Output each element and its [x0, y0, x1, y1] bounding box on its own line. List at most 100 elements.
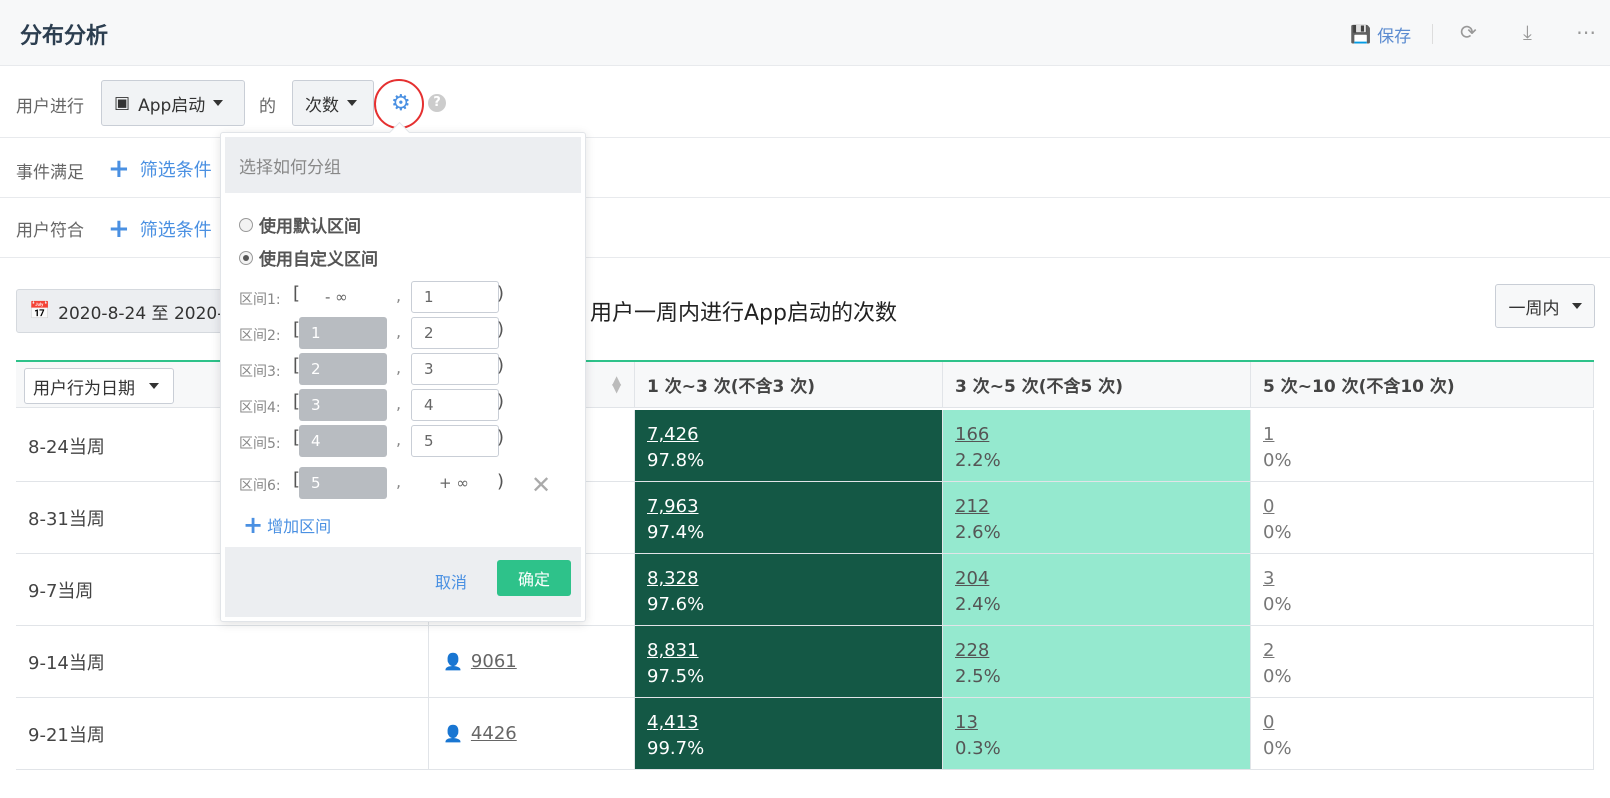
table-row-users: 👤 9061 [429, 626, 635, 698]
interval-open-bracket: [ [293, 283, 301, 304]
metric-cell: 0 0% [1251, 482, 1594, 554]
metric-cell: 7,963 97.4% [635, 482, 943, 554]
interval-label: 区间3: [239, 364, 281, 380]
metric-count-link[interactable]: 1 [1263, 422, 1593, 448]
metric-percent: 97.4% [647, 522, 705, 543]
popup-title: 选择如何分组 [225, 137, 581, 193]
cancel-button[interactable]: 取消 [435, 569, 467, 593]
interval-close-bracket: ) [497, 391, 505, 412]
add-user-filter-button[interactable]: + 筛选条件 [108, 216, 212, 242]
interval-upper-input[interactable]: 2 [411, 317, 499, 349]
interval-lower-field: 4 [299, 425, 387, 457]
metric-select[interactable]: 次数 [292, 80, 374, 126]
interval-upper-input[interactable]: 5 [411, 425, 499, 457]
metric-percent: 2.6% [955, 522, 1001, 543]
metric-count-link[interactable]: 8,831 [647, 638, 942, 664]
metric-count-link[interactable]: 7,963 [647, 494, 942, 520]
chart-title: 用户一周内进行App启动的次数 [590, 301, 897, 326]
metric-cell: 212 2.6% [943, 482, 1251, 554]
metric-count-link[interactable]: 2 [1263, 638, 1593, 664]
chevron-down-icon [347, 100, 357, 106]
interval-label: 区间5: [239, 436, 281, 452]
interval-lower-field: 3 [299, 389, 387, 421]
query-row: 用户进行 ▣ App启动 的 次数 [0, 66, 1610, 138]
metric-cell: 3 0% [1251, 554, 1594, 626]
metric-cell: 204 2.4% [943, 554, 1251, 626]
metric-count-link[interactable]: 4,413 [647, 710, 942, 736]
chevron-down-icon [149, 383, 159, 389]
chevron-down-icon [213, 100, 224, 106]
metric-count-link[interactable]: 8,328 [647, 566, 942, 592]
metric-percent: 0% [1263, 594, 1292, 615]
user-filter-label: 用户符合 [16, 221, 84, 241]
interval-lower-field: 2 [299, 353, 387, 385]
period-select[interactable]: 一周内 [1495, 284, 1595, 328]
row-date-label: 8-31当周 [28, 508, 105, 530]
group-by-select[interactable]: 用户行为日期 [24, 368, 174, 404]
metric-count-link[interactable]: 0 [1263, 494, 1593, 520]
event-select[interactable]: ▣ App启动 [101, 80, 245, 126]
radio-default-interval[interactable]: 使用默认区间 [239, 212, 361, 237]
interval-comma: , [396, 322, 402, 341]
interval-close-bracket: ) [497, 427, 505, 448]
header-divider [1432, 24, 1433, 44]
metric-percent: 2.2% [955, 450, 1001, 471]
refresh-icon[interactable]: ⟳ [1460, 20, 1477, 44]
interval-close-bracket: ) [497, 319, 505, 340]
user-count-link[interactable]: 9061 [471, 651, 517, 672]
help-icon[interactable]: ? [428, 94, 446, 112]
interval-upper-input[interactable]: 1 [411, 281, 499, 313]
row-date-label: 9-21当周 [28, 724, 105, 746]
metric-cell: 1 0% [1251, 410, 1594, 482]
query-prefix-label: 用户进行 [16, 97, 84, 117]
radio-custom-interval[interactable]: 使用自定义区间 [239, 245, 378, 270]
metric-percent: 0% [1263, 450, 1292, 471]
add-interval-button[interactable]: + 增加区间 [243, 511, 331, 539]
metric-percent: 99.7% [647, 738, 705, 759]
interval-comma: , [396, 286, 402, 305]
delete-interval-icon[interactable]: ✕ [531, 471, 551, 499]
confirm-button[interactable]: 确定 [497, 560, 571, 596]
save-button[interactable]: 💾 保存 [1350, 22, 1411, 48]
interval-lower-bound: - ∞ [325, 288, 348, 306]
page-header: 分布分析 💾 保存 ⟳ ⤓ ⋯ [0, 0, 1610, 66]
metric-count-link[interactable]: 212 [955, 494, 1250, 520]
download-icon[interactable]: ⤓ [1523, 20, 1532, 44]
metric-count-link[interactable]: 3 [1263, 566, 1593, 592]
save-icon: 💾 [1350, 24, 1372, 45]
user-count-link[interactable]: 4426 [471, 723, 517, 744]
sort-icon[interactable]: ▲ ▼ [612, 374, 621, 394]
metric-cell: 7,426 97.8% [635, 410, 943, 482]
table-header-col3: 5 次~10 次(不含10 次) [1251, 362, 1594, 408]
row-date-label: 9-7当周 [28, 580, 94, 602]
add-event-filter-button[interactable]: + 筛选条件 [108, 156, 212, 182]
metric-count-link[interactable]: 13 [955, 710, 1250, 736]
interval-comma: , [396, 358, 402, 377]
interval-comma: , [396, 472, 402, 491]
metric-cell: 4,413 99.7% [635, 698, 943, 770]
interval-upper-input[interactable]: 3 [411, 353, 499, 385]
metric-count-link[interactable]: 204 [955, 566, 1250, 592]
more-icon[interactable]: ⋯ [1576, 20, 1596, 44]
metric-count-link[interactable]: 0 [1263, 710, 1593, 736]
plus-icon: + [108, 214, 130, 244]
metric-percent: 0% [1263, 666, 1292, 687]
date-range-picker[interactable]: 📅 2020-8-24 至 2020-9 [16, 289, 232, 333]
metric-percent: 97.8% [647, 450, 705, 471]
metric-percent: 0% [1263, 738, 1292, 759]
metric-percent: 0% [1263, 522, 1292, 543]
metric-count-link[interactable]: 228 [955, 638, 1250, 664]
metric-cell: 0 0% [1251, 698, 1594, 770]
metric-cell: 8,328 97.6% [635, 554, 943, 626]
page-title: 分布分析 [20, 24, 109, 49]
interval-upper-input[interactable]: 4 [411, 389, 499, 421]
metric-count-link[interactable]: 166 [955, 422, 1250, 448]
interval-label: 区间2: [239, 328, 281, 344]
plus-icon: + [243, 511, 264, 539]
event-scan-icon: ▣ [114, 93, 131, 113]
user-icon: 👤 [443, 652, 463, 671]
metric-count-link[interactable]: 7,426 [647, 422, 942, 448]
radio-checked-icon [239, 250, 253, 265]
metric-cell: 2 0% [1251, 626, 1594, 698]
user-icon: 👤 [443, 724, 463, 743]
